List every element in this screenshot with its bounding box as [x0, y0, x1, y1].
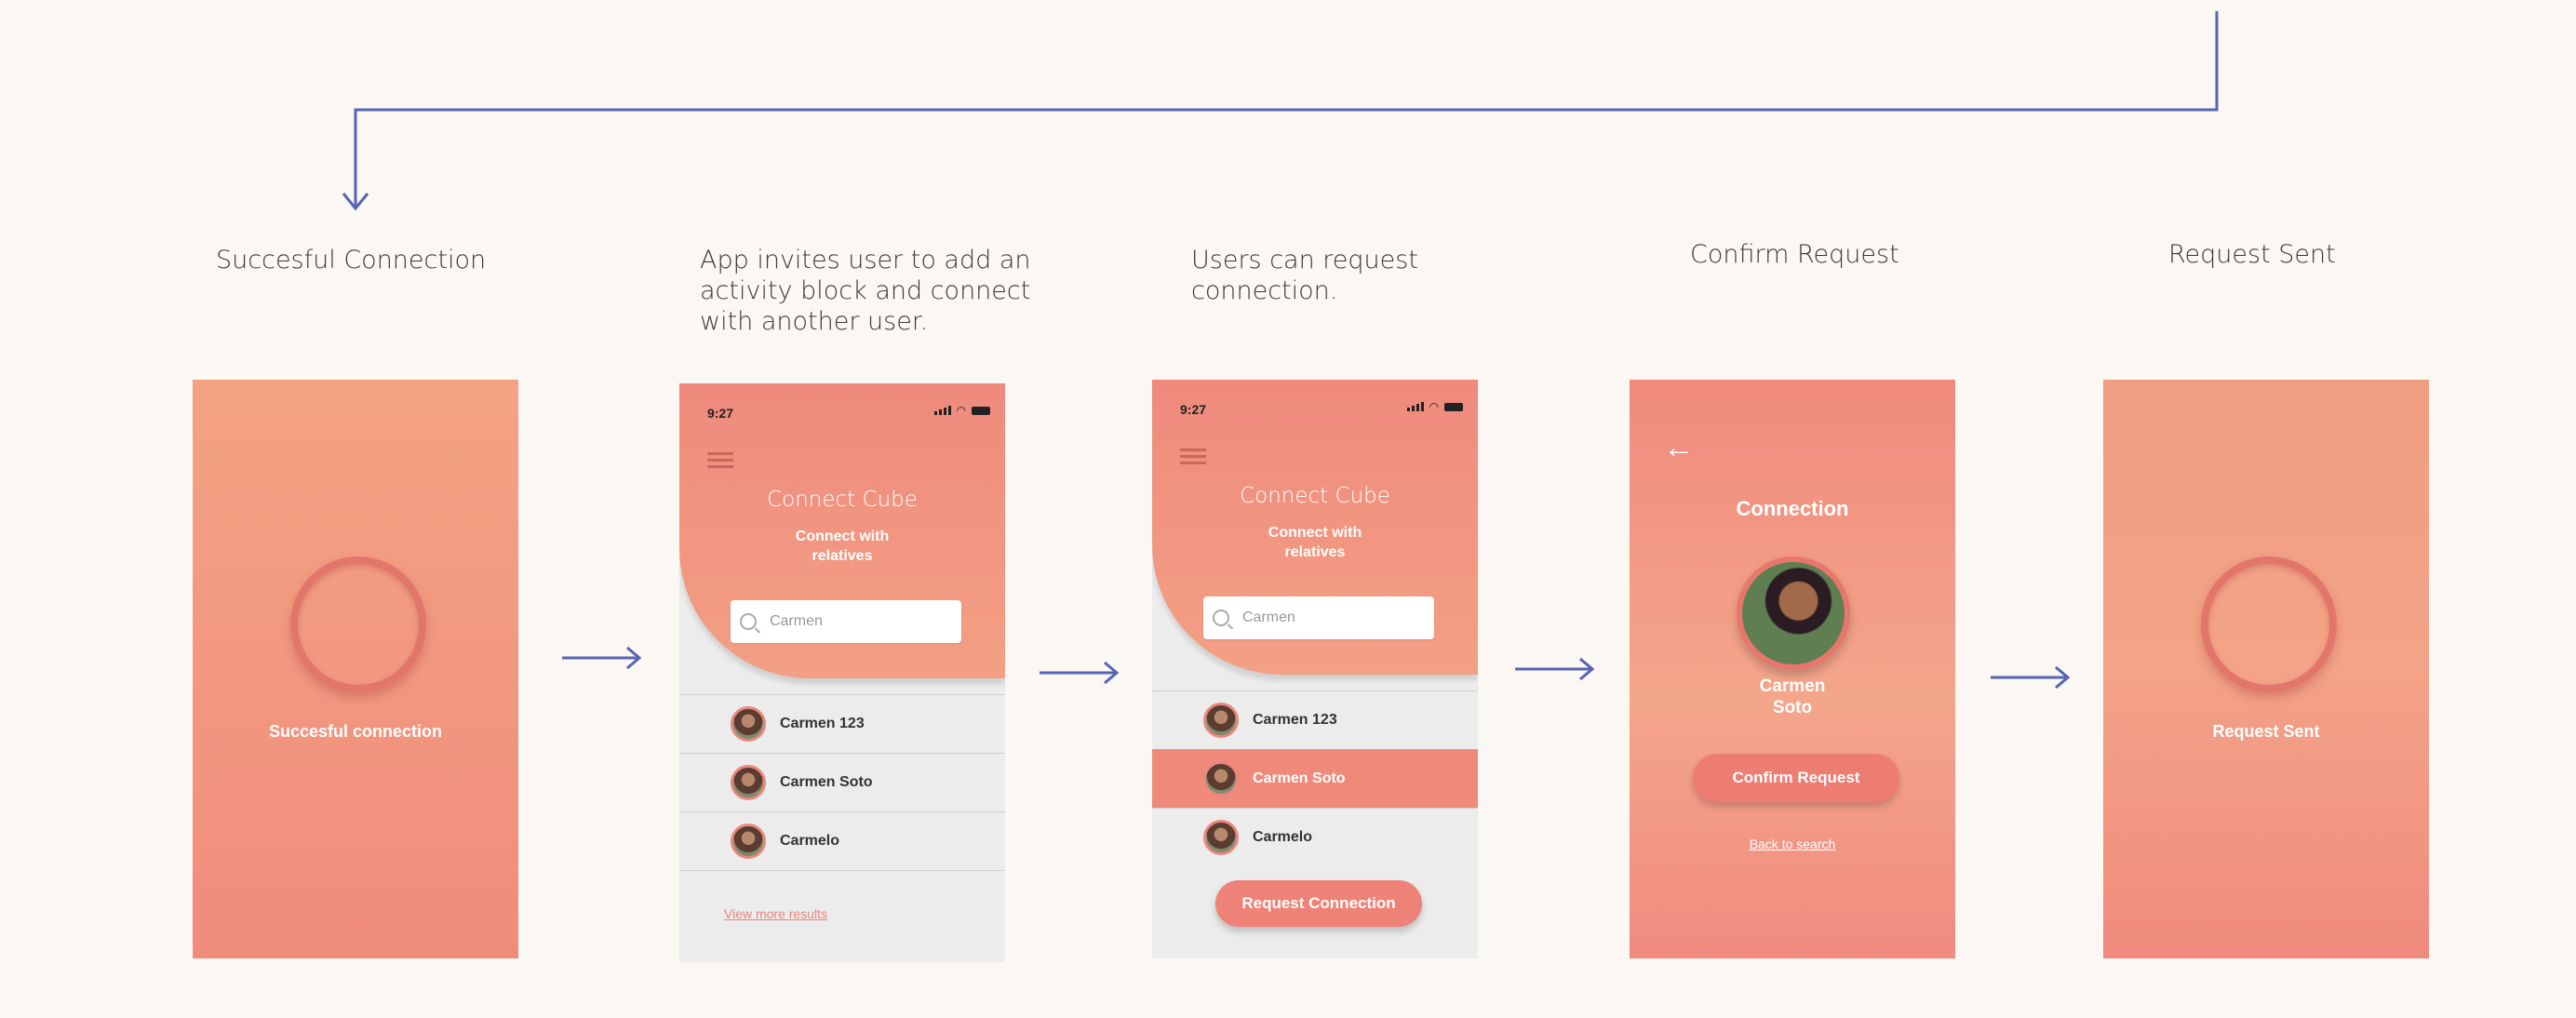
caption-confirm-request: Confirm Request — [1690, 240, 1899, 269]
list-item[interactable]: Carmen 123 — [1152, 690, 1478, 749]
status-time: 9:27 — [1180, 402, 1207, 417]
arrow-right-icon — [1515, 657, 1595, 681]
view-more-link[interactable]: View more results — [724, 906, 827, 921]
caption-users-request: Users can request connection. — [1191, 246, 1418, 305]
results-list: Carmen 123 Carmen Soto Carmelo — [679, 694, 1005, 871]
back-arrow-icon[interactable]: ← — [1663, 430, 1695, 466]
success-label: Succesful connection — [268, 722, 443, 741]
result-name: Carmelo — [1253, 829, 1313, 845]
result-name: Carmen 123 — [780, 716, 865, 731]
result-name: Carmen Soto — [1253, 770, 1346, 786]
status-icons: ◠ — [1406, 400, 1463, 413]
app-subtitle: Connect with relatives — [1268, 525, 1362, 560]
result-name: Carmelo — [780, 833, 840, 849]
battery-icon — [1444, 402, 1463, 411]
screen-successful-connection: Succesful connection — [193, 380, 518, 958]
caption-successful-connection: Succesful Connection — [216, 246, 487, 275]
arrow-right-icon — [1991, 665, 2071, 690]
search-icon — [1213, 609, 1229, 626]
screen-confirm-request: ← Connection Carmen Soto Confirm Request… — [1630, 380, 1955, 958]
search-value: Carmen — [1242, 609, 1295, 625]
search-icon — [740, 613, 757, 630]
caption-app-invites: App invites user to add an activity bloc… — [700, 246, 1031, 336]
arrow-right-icon — [562, 646, 642, 670]
result-name: Carmen Soto — [780, 774, 873, 790]
signal-icon — [1406, 402, 1424, 411]
wifi-icon: ◠ — [1429, 400, 1439, 413]
list-item[interactable]: Carmelo — [679, 811, 1005, 871]
flow-connector — [342, 11, 2219, 211]
header-panel: 9:27 ◠ Connect Cube Connect with relativ… — [1152, 380, 1478, 675]
search-value: Carmen — [770, 613, 823, 629]
hamburger-menu-icon[interactable] — [707, 452, 733, 472]
avatar — [731, 824, 766, 859]
avatar — [731, 765, 766, 800]
list-item[interactable]: Carmelo — [1152, 808, 1478, 866]
caption-request-sent: Request Sent — [2168, 240, 2336, 269]
status-icons: ◠ — [933, 404, 990, 417]
header-panel: 9:27 ◠ Connect Cube Connect with relativ… — [679, 383, 1005, 678]
confirm-request-button[interactable]: Confirm Request — [1693, 754, 1899, 802]
arrow-right-icon — [1040, 661, 1120, 685]
screen-search: 9:27 ◠ Connect Cube Connect with relativ… — [679, 383, 1005, 962]
app-subtitle: Connect with relatives — [795, 529, 890, 564]
connection-title: Connection — [1736, 497, 1849, 520]
wifi-icon: ◠ — [956, 404, 966, 417]
search-input[interactable]: Carmen — [731, 600, 961, 643]
signal-icon — [933, 406, 951, 415]
list-item[interactable]: Carmen 123 — [679, 694, 1005, 753]
avatar — [1203, 703, 1239, 738]
avatar — [1203, 820, 1239, 855]
battery-icon — [972, 406, 990, 415]
profile-avatar — [1737, 556, 1850, 670]
result-name: Carmen 123 — [1253, 712, 1337, 728]
avatar — [731, 706, 766, 742]
screen-request-sent: Request Sent — [2103, 380, 2429, 958]
avatar — [1203, 761, 1239, 797]
list-item[interactable]: Carmen Soto — [679, 753, 1005, 811]
hamburger-menu-icon[interactable] — [1180, 449, 1206, 468]
app-title: Connect Cube — [1240, 484, 1390, 508]
loading-ring — [2201, 556, 2337, 692]
status-time: 9:27 — [707, 406, 734, 421]
back-to-search-link[interactable]: Back to search — [1630, 837, 1955, 851]
search-input[interactable]: Carmen — [1203, 596, 1434, 639]
results-list: Carmen 123 Carmen Soto Carmelo — [1152, 690, 1478, 866]
request-sent-label: Request Sent — [2212, 722, 2320, 741]
list-item-selected[interactable]: Carmen Soto — [1152, 749, 1478, 808]
app-title: Connect Cube — [767, 488, 918, 512]
person-name: Carmen Soto — [1759, 676, 1826, 717]
screen-request-connection: 9:27 ◠ Connect Cube Connect with relativ… — [1152, 380, 1478, 958]
request-connection-button[interactable]: Request Connection — [1215, 880, 1422, 927]
loading-ring — [290, 556, 426, 692]
